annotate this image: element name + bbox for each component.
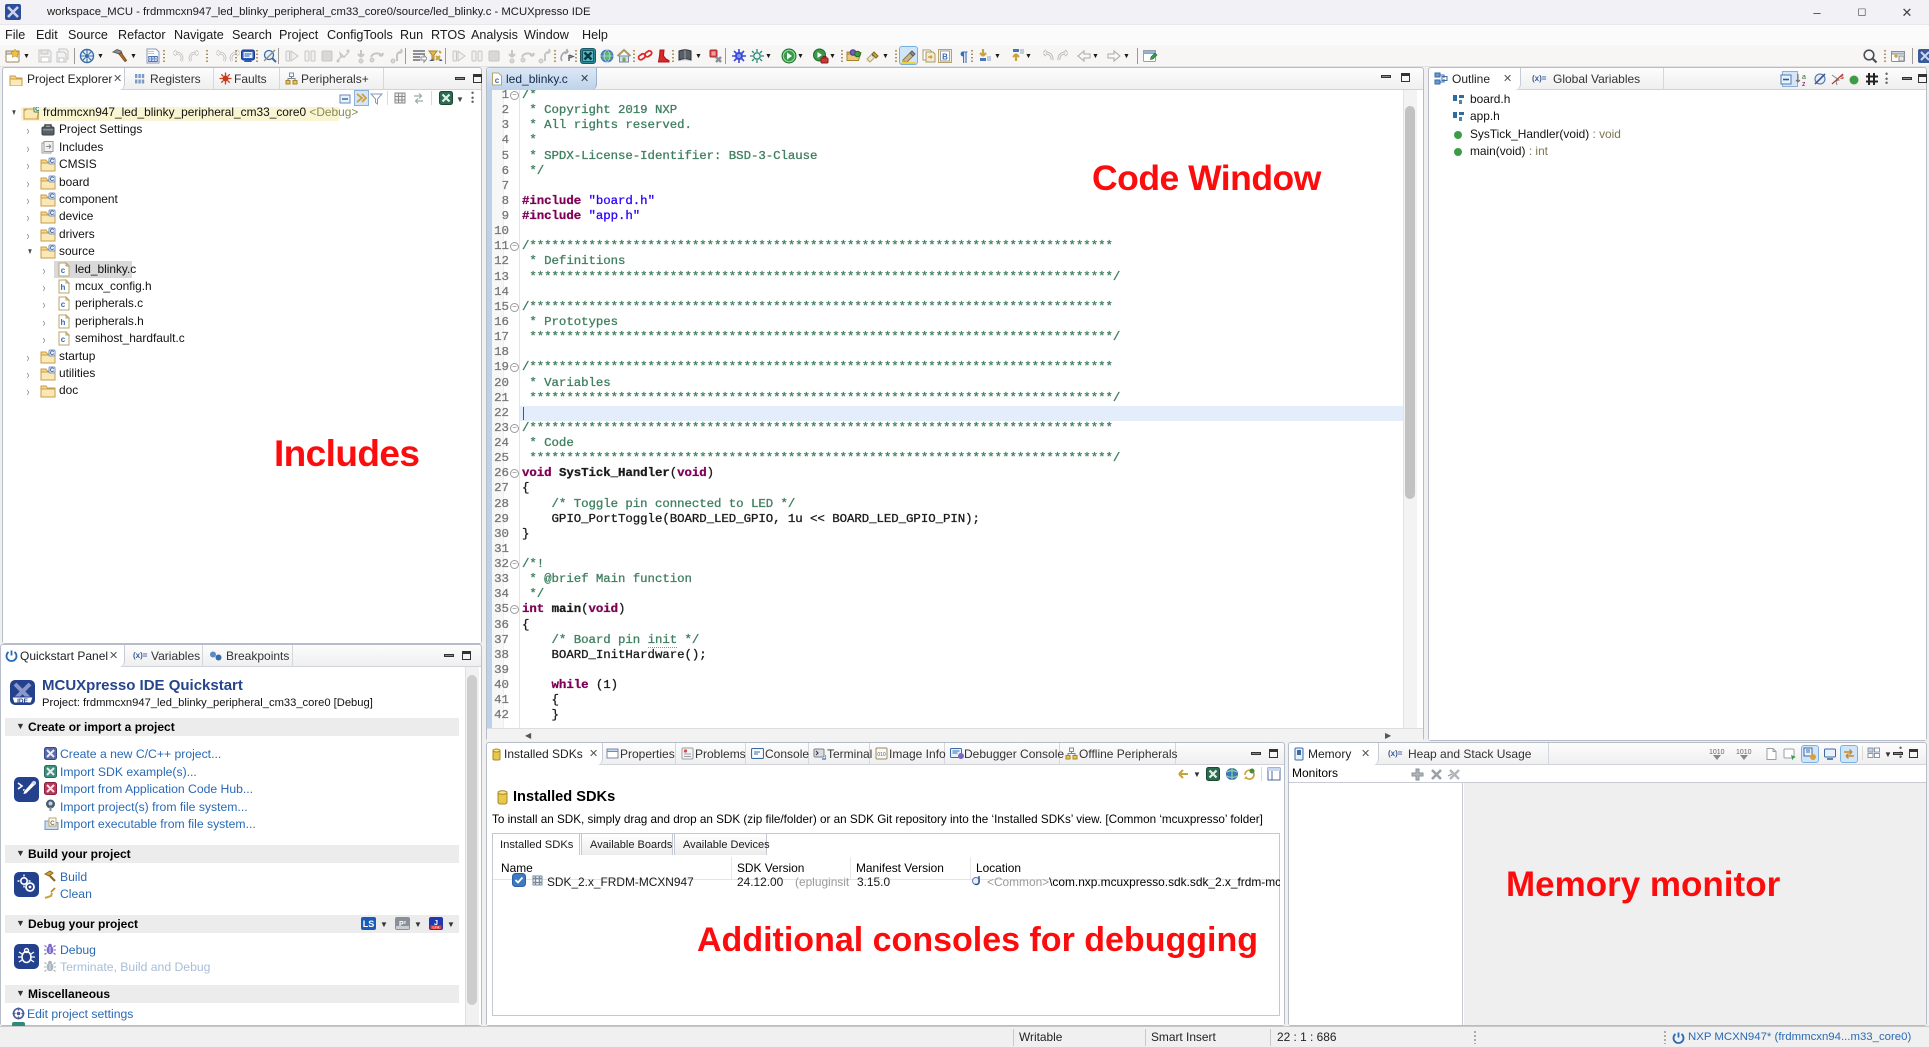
svg-text:Link: Link <box>433 926 440 930</box>
svg-text:c: c <box>495 76 500 85</box>
svg-text:LS: LS <box>363 919 375 929</box>
svg-text:h: h <box>61 283 66 292</box>
svg-text:C: C <box>50 194 55 200</box>
svg-text:h: h <box>61 318 66 327</box>
svg-text:C: C <box>35 106 39 113</box>
svg-text:C: C <box>50 351 55 357</box>
svg-text:¶: ¶ <box>960 48 968 64</box>
svg-text:C: C <box>50 246 55 252</box>
svg-text:z: z <box>1802 81 1806 87</box>
svg-text:C: C <box>50 211 55 217</box>
svg-text:C: C <box>50 368 55 374</box>
svg-text:B: B <box>942 53 948 62</box>
svg-text:c: c <box>61 335 66 344</box>
svg-text:c: c <box>61 266 66 275</box>
svg-text:C: C <box>50 177 55 183</box>
svg-text:010: 010 <box>148 57 157 63</box>
svg-text:c: c <box>61 300 66 309</box>
svg-text:C: C <box>50 159 55 165</box>
svg-text:IDE: IDE <box>17 698 29 705</box>
svg-text:C: C <box>50 229 55 235</box>
svg-text:010: 010 <box>877 752 886 758</box>
svg-text:C: C <box>50 820 55 827</box>
svg-text:a: a <box>1802 74 1806 81</box>
